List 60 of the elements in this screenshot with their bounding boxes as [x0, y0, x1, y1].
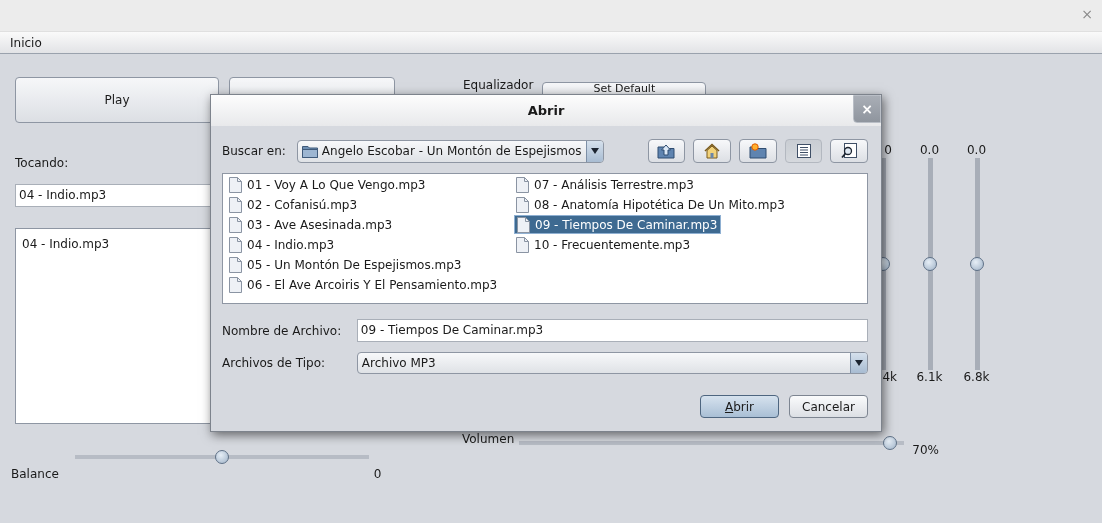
slider-thumb[interactable] — [215, 450, 229, 464]
band-frequency: 4k — [882, 370, 897, 384]
file-item[interactable]: 03 - Ave Asesinada.mp3 — [227, 215, 396, 234]
equalizer-label: Equalizador — [463, 78, 534, 92]
file-item[interactable]: 05 - Un Montón De Espejismos.mp3 — [227, 255, 465, 274]
file-icon — [517, 216, 530, 233]
toolbar-button[interactable] — [784, 139, 823, 163]
file-item[interactable]: 01 - Voy A Lo Que Vengo.mp3 — [227, 175, 429, 194]
up-folder-icon — [657, 142, 676, 160]
now-playing-field[interactable]: 04 - Indio.mp3 — [15, 184, 211, 207]
play-button[interactable]: Play — [15, 77, 219, 123]
slider-thumb[interactable] — [882, 436, 897, 450]
playlist-item[interactable]: 04 - Indio.mp3 — [22, 237, 210, 251]
menu-item[interactable]: Inicio — [10, 35, 42, 50]
file-item[interactable]: 08 - Anatomía Hipotética De Un Mito.mp3 — [514, 195, 788, 214]
balance-reading: 0 — [373, 467, 382, 481]
file-icon — [229, 176, 242, 193]
volume-reading: 70% — [912, 443, 939, 457]
file-name-label: Nombre de Archivo: — [222, 323, 343, 338]
volume-label: Volumen — [462, 432, 515, 446]
slider-thumb[interactable] — [922, 257, 937, 271]
file-item[interactable]: 07 - Análisis Terrestre.mp3 — [514, 175, 697, 194]
file-item[interactable]: 02 - Cofanisú.mp3 — [227, 195, 361, 214]
folder-icon — [301, 144, 318, 158]
band-value: 0.0 — [966, 143, 987, 157]
caret-icon — [590, 148, 599, 154]
band-value: 0 — [884, 143, 892, 157]
file-name-field[interactable]: 09 - Tiempos De Caminar.mp3 — [356, 319, 868, 342]
file-icon — [229, 236, 242, 253]
magnifier-icon — [840, 142, 859, 160]
band-frequency: 6.8k — [963, 370, 990, 384]
open-button[interactable]: Abrir — [700, 395, 779, 418]
file-icon — [516, 196, 529, 213]
slider-thumb[interactable] — [969, 257, 984, 271]
list-view-icon — [794, 142, 813, 160]
home-icon — [703, 142, 722, 160]
file-type-dropdown[interactable]: Archivo MP3 — [356, 352, 868, 374]
file-icon — [229, 196, 242, 213]
band-value: 0.0 — [919, 143, 940, 157]
playlist-box[interactable]: 04 - Indio.mp3 — [15, 228, 211, 424]
cancel-button[interactable]: Cancelar — [789, 395, 868, 418]
balance-label: Balance — [11, 467, 59, 481]
file-icon — [516, 176, 529, 193]
file-item[interactable]: 04 - Indio.mp3 — [227, 235, 338, 254]
band-frequency: 6.1k — [916, 370, 943, 384]
file-icon — [229, 256, 242, 273]
new-folder-icon — [748, 142, 767, 160]
file-icon — [229, 276, 242, 293]
file-type-label: Archivos de Tipo: — [222, 356, 327, 370]
dialog-title: Abrir — [527, 103, 565, 118]
file-item[interactable]: 06 - El Ave Arcoiris Y El Pensamiento.mp3 — [227, 275, 501, 294]
file-icon — [229, 216, 242, 233]
look-in-dropdown[interactable]: Angelo Escobar - Un Montón de Espejismos — [296, 139, 604, 163]
caret-icon — [855, 360, 863, 366]
toolbar-button[interactable] — [830, 139, 869, 163]
look-in-label: Buscar en: — [222, 144, 286, 158]
file-icon — [516, 236, 529, 253]
file-item[interactable]: 09 - Tiempos De Caminar.mp3 — [514, 215, 722, 234]
now-playing-label: Tocando: — [15, 156, 69, 170]
file-item[interactable]: 10 - Frecuentemente.mp3 — [514, 235, 694, 254]
